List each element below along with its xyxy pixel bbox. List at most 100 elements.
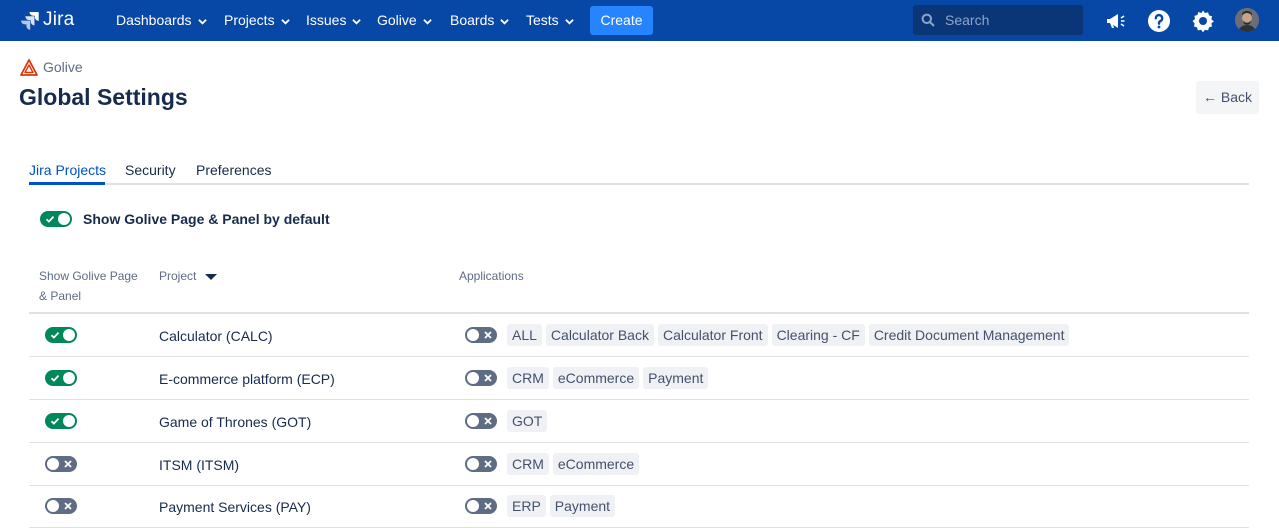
all-applications-toggle[interactable] (465, 456, 497, 472)
tab-jira-projects[interactable]: Jira Projects (29, 162, 106, 178)
nav-menu-projects[interactable]: Projects (224, 0, 290, 41)
show-golive-toggle[interactable] (45, 498, 77, 514)
search-placeholder: Search (945, 12, 990, 28)
default-show-golive-toggle[interactable] (40, 211, 72, 227)
top-navigation-bar: Jira Dashboards Projects Issues Golive B… (0, 0, 1279, 41)
application-chip: Credit Document Management (868, 324, 1070, 346)
help-icon[interactable] (1147, 9, 1171, 33)
toggle-knob (467, 415, 479, 427)
project-name: Calculator (CALC) (159, 328, 273, 344)
application-chip: CRM (507, 367, 549, 389)
show-golive-toggle[interactable] (45, 413, 77, 429)
application-chip: eCommerce (552, 453, 640, 475)
active-tab-indicator (29, 182, 105, 185)
back-button[interactable]: ← Back (1196, 81, 1259, 114)
golive-logo-icon (20, 58, 38, 76)
cross-icon (484, 417, 492, 425)
show-golive-toggle[interactable] (45, 456, 77, 472)
project-name: Game of Thrones (GOT) (159, 414, 312, 430)
check-icon (50, 417, 60, 425)
cross-icon (484, 331, 492, 339)
tab-preferences[interactable]: Preferences (196, 162, 271, 178)
all-applications-toggle[interactable] (465, 370, 497, 386)
column-header-label: Project (159, 269, 197, 283)
project-name: ITSM (ITSM) (159, 457, 240, 473)
column-header-project[interactable]: Project (159, 266, 217, 286)
logo-text: Jira (43, 9, 75, 30)
user-avatar-icon (1235, 8, 1259, 32)
megaphone-icon[interactable] (1103, 9, 1127, 33)
toggle-knob (47, 500, 59, 512)
jira-logo[interactable]: Jira (20, 9, 74, 31)
column-header-line: Show Golive Page (39, 269, 138, 283)
toggle-knob (467, 372, 479, 384)
application-chip: eCommerce (552, 367, 640, 389)
nav-menu-dashboards[interactable]: Dashboards (116, 0, 207, 41)
tab-security[interactable]: Security (125, 162, 176, 178)
nav-menu-label: Issues (306, 12, 347, 28)
jira-logo-icon (21, 12, 39, 30)
table-row: ITSM (ITSM) CRM eCommerce (29, 443, 1249, 486)
application-chip: Payment (643, 367, 709, 389)
application-chip: ERP (507, 495, 546, 517)
application-chips: ALL Calculator Back Calculator Front Cle… (507, 324, 1073, 346)
project-name: Payment Services (PAY) (159, 499, 311, 515)
toggle-knob (58, 213, 70, 225)
toggle-knob (467, 458, 479, 470)
create-button[interactable]: Create (590, 6, 653, 35)
avatar[interactable] (1235, 8, 1259, 32)
nav-menu-label: Boards (450, 12, 495, 28)
nav-menu-issues[interactable]: Issues (306, 0, 362, 41)
toggle-knob (63, 415, 75, 427)
nav-menu-label: Projects (224, 12, 275, 28)
show-golive-toggle[interactable] (45, 327, 77, 343)
all-applications-toggle[interactable] (465, 413, 497, 429)
table-row: E-commerce platform (ECP) CRM eCommerce … (29, 357, 1249, 400)
column-header-show-golive: Show Golive Page & Panel (39, 266, 138, 306)
check-icon (50, 374, 60, 382)
application-chip: Calculator Front (657, 324, 768, 346)
application-chips: CRM eCommerce (507, 453, 643, 475)
column-header-applications: Applications (459, 269, 524, 283)
chevron-down-icon (280, 18, 290, 25)
page-title: Global Settings (19, 84, 188, 110)
breadcrumb[interactable]: Golive (20, 58, 83, 76)
application-chip: Calculator Back (545, 324, 654, 346)
nav-menu-label: Tests (526, 12, 559, 28)
application-chip: GOT (507, 410, 548, 432)
application-chip: Clearing - CF (771, 324, 865, 346)
nav-menu-boards[interactable]: Boards (450, 0, 510, 41)
toggle-knob (47, 458, 59, 470)
all-applications-toggle[interactable] (465, 498, 497, 514)
chevron-down-icon (197, 18, 207, 25)
default-toggle-label: Show Golive Page & Panel by default (83, 211, 330, 227)
application-chip: ALL (507, 324, 542, 346)
application-chip: CRM (507, 453, 549, 475)
show-golive-toggle[interactable] (45, 370, 77, 386)
table-row: Game of Thrones (GOT) GOT (29, 400, 1249, 443)
nav-menu-label: Golive (377, 12, 417, 28)
cross-icon (484, 374, 492, 382)
tabs-divider (29, 183, 1249, 185)
application-chip: Payment (549, 495, 616, 517)
check-icon (50, 331, 60, 339)
settings-icon[interactable] (1191, 9, 1215, 33)
nav-menu-tests[interactable]: Tests (526, 0, 574, 41)
toggle-knob (63, 372, 75, 384)
chevron-down-icon (564, 18, 574, 25)
toggle-knob (467, 329, 479, 341)
all-applications-toggle[interactable] (465, 327, 497, 343)
column-header-line: & Panel (39, 289, 82, 303)
chevron-down-icon (422, 18, 432, 25)
search-input[interactable]: Search (913, 5, 1083, 35)
sort-descending-icon (204, 273, 217, 280)
cross-icon (64, 502, 72, 510)
cross-icon (484, 502, 492, 510)
nav-menu-golive[interactable]: Golive (377, 0, 432, 41)
nav-menu-label: Dashboards (116, 12, 192, 28)
table-row: Calculator (CALC) ALL Calculator Back Ca… (29, 314, 1249, 357)
toggle-knob (63, 329, 75, 341)
chevron-down-icon (352, 18, 362, 25)
application-chips: CRM eCommerce Payment (507, 367, 712, 389)
cross-icon (484, 460, 492, 468)
